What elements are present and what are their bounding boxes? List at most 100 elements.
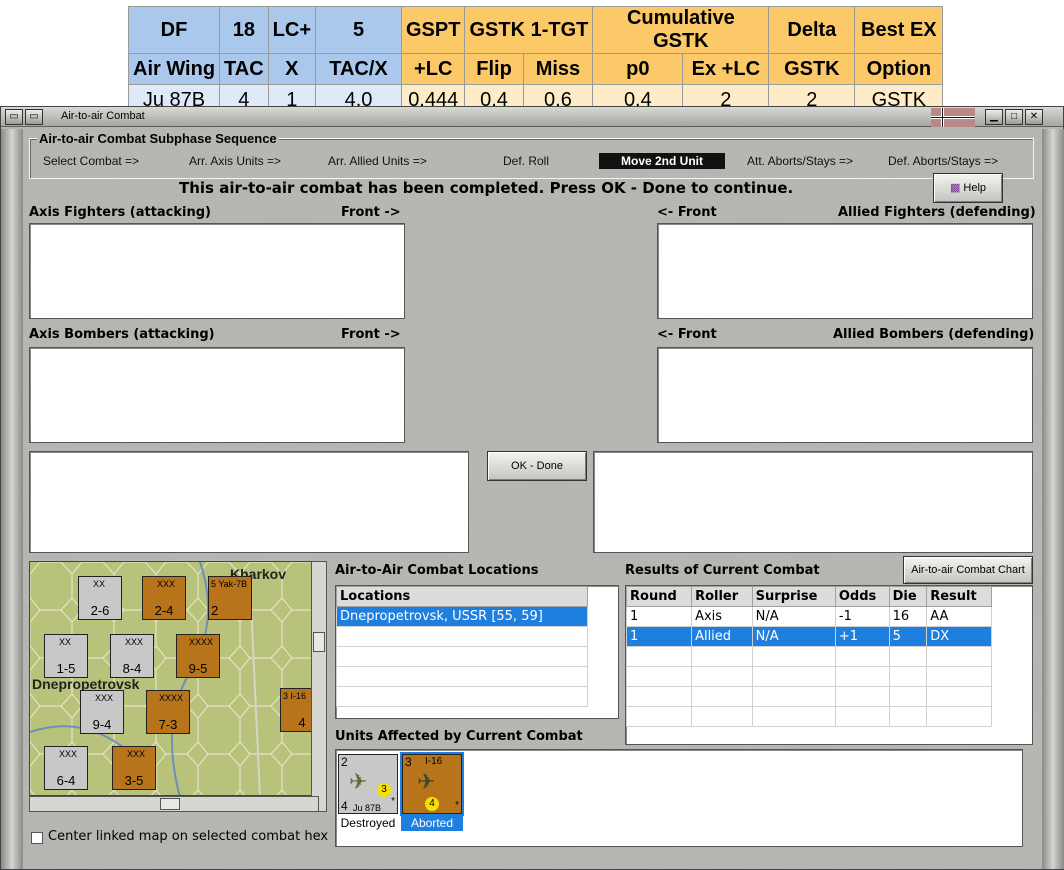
- axis-bombers-front: Front ->: [341, 327, 401, 342]
- results-header-surprise: Surprise: [751, 586, 836, 607]
- unit-caption-destroyed: Destroyed: [340, 816, 396, 830]
- counter-top: 5 Yak-7B: [211, 579, 248, 589]
- locations-header: Locations: [336, 586, 588, 607]
- unit-counter-i16[interactable]: 3 I-16 ✈ 4 *: [400, 752, 464, 816]
- ok-done-button[interactable]: OK - Done: [487, 451, 587, 481]
- counter-top: XXX: [157, 579, 176, 589]
- stats-h2-2: X: [267, 53, 317, 85]
- locations-list[interactable]: Locations Dnepropetrovsk, USSR [55, 59]: [335, 585, 619, 719]
- center-map-checkbox[interactable]: [31, 832, 43, 844]
- stats-h1-6: Cumulative GSTK: [592, 6, 770, 54]
- map-counter[interactable]: XXX 6-4: [44, 746, 88, 790]
- axis-fighters-box[interactable]: [29, 223, 405, 319]
- minimize-icon[interactable]: ▁: [985, 109, 1003, 125]
- book-icon: ▩: [949, 182, 961, 194]
- map-counter[interactable]: XXX 2-4: [142, 576, 186, 620]
- map-counter[interactable]: XXX 9-4: [80, 690, 124, 734]
- counter-top: 3 I-16: [283, 691, 307, 701]
- counter-value: 8-4: [122, 661, 142, 676]
- maximize-icon[interactable]: □: [1005, 109, 1023, 125]
- counter-top: XXX: [95, 693, 114, 703]
- counter-value: 6-4: [56, 773, 76, 788]
- units-affected-box[interactable]: 2 ✈ 3 4 Ju 87B * Destroyed 3 I-16 ✈ 4 * …: [335, 749, 1023, 847]
- results-header-result: Result: [926, 586, 992, 607]
- results-cell: 1: [625, 626, 693, 647]
- close-icon[interactable]: ✕: [1025, 109, 1043, 125]
- stats-h1-0: DF: [127, 6, 221, 54]
- stats-h1-8: Best EX: [854, 6, 944, 54]
- allied-detail-box: [593, 451, 1033, 553]
- results-row[interactable]: 1 Axis N/A -1 16 AA: [625, 606, 992, 627]
- seq-select-combat: Select Combat =>: [43, 154, 140, 168]
- air-combat-window: ▭ ▭ Air-to-air Combat ▁ □ ✕ Air-to-air C…: [0, 106, 1064, 870]
- restore-icon[interactable]: ▭: [25, 109, 43, 125]
- units-title: Units Affected by Current Combat: [335, 729, 583, 744]
- map-counter[interactable]: XXXX 7-3: [146, 690, 190, 734]
- seq-def-roll: Def. Roll: [503, 154, 550, 168]
- results-row[interactable]: 1 Allied N/A +1 5 DX: [625, 626, 992, 647]
- map-counter[interactable]: XXXX 9-5: [176, 634, 220, 678]
- counter-top: XXXX: [159, 693, 184, 703]
- stats-h1-1: 18: [219, 6, 269, 54]
- stats-h2-5: Flip: [464, 53, 524, 85]
- map-counter[interactable]: 5 Yak-7B 2: [208, 576, 252, 620]
- map-horizontal-scrollbar[interactable]: [29, 796, 319, 812]
- results-cell: Allied: [691, 626, 753, 647]
- status-message: This air-to-air combat has been complete…: [179, 179, 794, 197]
- stats-h2-4: +LC: [400, 53, 466, 85]
- stats-h2-6: Miss: [522, 53, 594, 85]
- map-vertical-scrollbar[interactable]: [311, 561, 327, 812]
- map-counter[interactable]: XXX 3-5: [112, 746, 156, 790]
- map-vscroll-thumb[interactable]: [313, 632, 325, 652]
- results-header-round: Round: [625, 586, 693, 607]
- stats-h2-1: TAC: [219, 53, 269, 85]
- counter-value: 9-4: [92, 717, 112, 732]
- location-row[interactable]: Dnepropetrovsk, USSR [55, 59]: [336, 606, 588, 627]
- axis-bombers-label: Axis Bombers (attacking): [29, 327, 215, 342]
- results-cell: N/A: [751, 606, 836, 627]
- seq-arr-allied: Arr. Allied Units =>: [328, 154, 427, 168]
- stats-h1-4: GSPT: [400, 6, 466, 54]
- unit-name: Ju 87B: [353, 803, 382, 813]
- unit-bottom-left: 4: [341, 799, 348, 813]
- combat-chart-button[interactable]: Air-to-air Combat Chart: [903, 556, 1033, 584]
- results-list[interactable]: Round Roller Surprise Odds Die Result 1 …: [625, 585, 1033, 745]
- mini-map[interactable]: Kharkov Dnepropetrovsk XX 2-6 XXX 2-4 5 Ya…: [29, 561, 319, 796]
- allied-bombers-label: Allied Bombers (defending): [833, 327, 1035, 342]
- counter-value: 1-5: [56, 661, 76, 676]
- counter-top: XXX: [127, 749, 146, 759]
- title-bar[interactable]: ▭ ▭ Air-to-air Combat ▁ □ ✕: [1, 107, 1063, 127]
- unit-name: I-16: [425, 756, 443, 767]
- results-cell: 1: [625, 606, 693, 627]
- soviet-german-flag-icon: [931, 108, 975, 127]
- seq-move-2nd-unit: Move 2nd Unit: [599, 153, 726, 169]
- counter-top: XXX: [125, 637, 144, 647]
- map-counter[interactable]: XX 2-6: [78, 576, 122, 620]
- results-header-odds: Odds: [834, 586, 890, 607]
- map-counter[interactable]: XX 1-5: [44, 634, 88, 678]
- sequence-title: Air-to-air Combat Subphase Sequence: [37, 131, 279, 146]
- map-counter[interactable]: XXX 8-4: [110, 634, 154, 678]
- stats-h2-3: TAC/X: [315, 53, 402, 85]
- axis-fighters-front: Front ->: [341, 205, 401, 220]
- allied-bombers-box[interactable]: [657, 347, 1033, 443]
- help-button[interactable]: ▩ Help: [933, 173, 1003, 203]
- system-menu-icon[interactable]: ▭: [5, 109, 23, 125]
- results-title: Results of Current Combat: [625, 563, 820, 578]
- seq-def-aborts: Def. Aborts/Stays =>: [888, 154, 999, 168]
- axis-fighters-label: Axis Fighters (attacking): [29, 205, 211, 220]
- unit-counter-ju87b[interactable]: 2 ✈ 3 4 Ju 87B *: [338, 754, 398, 814]
- results-cell: +1: [834, 626, 890, 647]
- unit-caption-aborted: Aborted: [401, 816, 463, 831]
- results-cell: DX: [926, 626, 992, 647]
- counter-value: 3-5: [124, 773, 144, 788]
- stats-h1-3: 5: [315, 6, 402, 54]
- help-label: Help: [963, 182, 987, 194]
- stats-h1-5: GSTK 1-TGT: [464, 6, 594, 54]
- map-hscroll-thumb[interactable]: [160, 798, 180, 810]
- axis-bombers-box[interactable]: [29, 347, 405, 443]
- results-cell: AA: [926, 606, 992, 627]
- stats-h1-7: Delta: [768, 6, 856, 54]
- counter-top: XXXX: [189, 637, 214, 647]
- allied-fighters-box[interactable]: [657, 223, 1033, 319]
